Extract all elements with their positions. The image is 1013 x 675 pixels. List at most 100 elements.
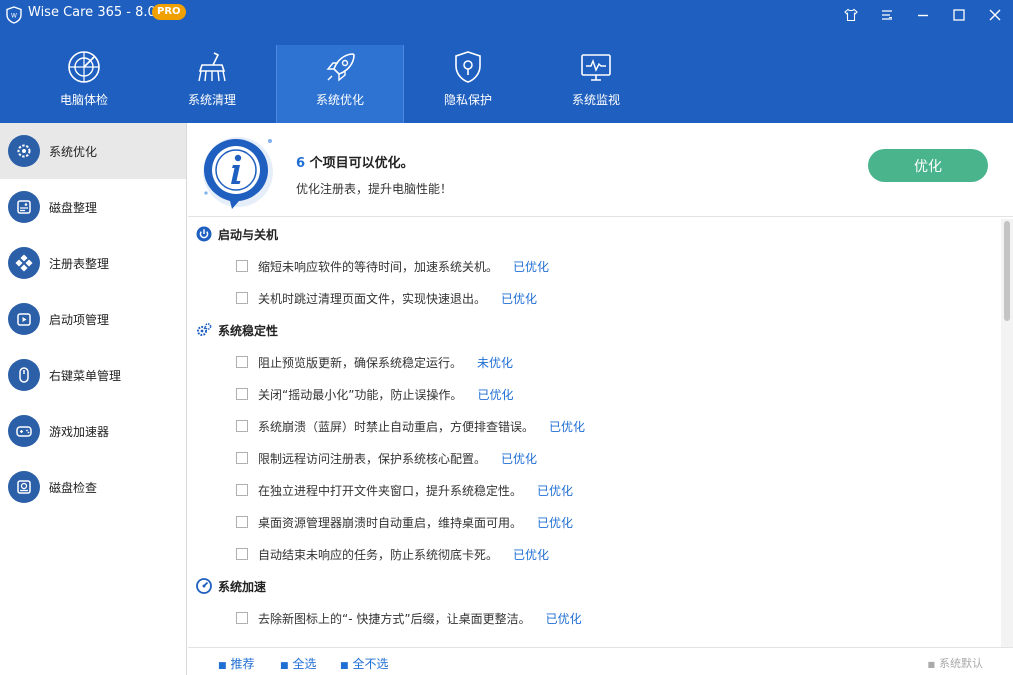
section-title: 系统加速 bbox=[218, 579, 267, 594]
pro-badge: PRO bbox=[152, 4, 186, 20]
item-text: 桌面资源管理器崩溃时自动重启，维持桌面可用。 bbox=[258, 515, 523, 530]
select-none-link[interactable]: ■ 全不选 bbox=[340, 655, 389, 672]
power-icon bbox=[196, 226, 212, 242]
main-panel: 6 个项目可以优化。 优化注册表，提升电脑性能！ 优化 启动与关机 缩短未响应软… bbox=[188, 123, 1013, 675]
select-none-label: 全不选 bbox=[352, 657, 389, 671]
section-header-system-stability: 系统稳定性 bbox=[196, 320, 278, 340]
gears-icon bbox=[197, 323, 212, 336]
item-status: 已优化 bbox=[477, 387, 514, 402]
sidebar-item-disk-defrag[interactable]: 磁盘整理 bbox=[0, 179, 186, 235]
item-checkbox[interactable] bbox=[236, 548, 248, 560]
nav-item-system-clean[interactable]: 系统清理 bbox=[148, 45, 276, 123]
section-title: 系统稳定性 bbox=[218, 323, 279, 338]
list-scrollbar[interactable] bbox=[1001, 219, 1013, 647]
brush-icon bbox=[198, 52, 226, 82]
optimizable-count-suffix: 个项目可以优化。 bbox=[309, 156, 414, 171]
list-item: 缩短未响应软件的等待时间，加速系统关机。 已优化 bbox=[236, 256, 549, 276]
info-icon bbox=[203, 137, 273, 209]
optimization-list: 启动与关机 缩短未响应软件的等待时间，加速系统关机。 已优化 关机时跳过清理页面… bbox=[188, 218, 1013, 648]
list-item: 去除新图标上的“- 快捷方式”后缀，让桌面更整洁。 已优化 bbox=[236, 608, 582, 628]
item-status: 已优化 bbox=[545, 611, 582, 626]
sidebar-item-label: 磁盘检查 bbox=[49, 480, 98, 495]
item-checkbox[interactable] bbox=[236, 356, 248, 368]
svg-text:W: W bbox=[11, 13, 17, 20]
system-default-link[interactable]: ■ 系统默认 bbox=[927, 655, 983, 671]
skin-button[interactable] bbox=[840, 4, 862, 26]
item-status: 已优化 bbox=[513, 547, 550, 562]
maximize-icon bbox=[953, 9, 965, 21]
item-checkbox[interactable] bbox=[236, 420, 248, 432]
sidebar-item-system-optimize[interactable]: 系统优化 bbox=[0, 123, 186, 179]
item-text: 限制远程访问注册表，保护系统核心配置。 bbox=[258, 451, 487, 466]
select-all-label: 全选 bbox=[292, 657, 317, 671]
list-item: 在独立进程中打开文件夹窗口，提升系统稳定性。 已优化 bbox=[236, 480, 573, 500]
optimize-button[interactable]: 优化 bbox=[868, 149, 988, 182]
item-status: 未优化 bbox=[477, 355, 514, 370]
header: W Wise Care 365 - 8.0.4 PRO 电脑体检 系统清理 系统… bbox=[0, 0, 1013, 123]
nav-item-privacy[interactable]: 隐私保护 bbox=[404, 45, 532, 123]
item-status: 已优化 bbox=[537, 515, 574, 530]
sidebar-item-label: 系统优化 bbox=[49, 144, 98, 159]
section-header-system-speedup: 系统加速 bbox=[196, 576, 266, 596]
item-checkbox[interactable] bbox=[236, 516, 248, 528]
list-footer: ■ 推荐 ■ 全选 ■ 全不选 ■ 系统默认 bbox=[188, 647, 1013, 675]
system-default-label: 系统默认 bbox=[939, 657, 983, 670]
nav-label: 电脑体检 bbox=[59, 93, 108, 107]
list-item: 系统崩溃（蓝屏）时禁止自动重启，方便排查错误。 已优化 bbox=[236, 416, 585, 436]
speedometer-icon bbox=[196, 578, 212, 594]
nav-label: 系统清理 bbox=[187, 93, 236, 107]
item-text: 去除新图标上的“- 快捷方式”后缀，让桌面更整洁。 bbox=[258, 611, 531, 626]
app-title: Wise Care 365 - 8.0.4 bbox=[28, 5, 169, 20]
item-text: 系统崩溃（蓝屏）时禁止自动重启，方便排查错误。 bbox=[258, 419, 535, 434]
nav-item-system-optimize[interactable]: 系统优化 bbox=[276, 45, 404, 123]
nav-item-pc-checkup[interactable]: 电脑体检 bbox=[20, 45, 148, 123]
item-checkbox[interactable] bbox=[236, 612, 248, 624]
nav-label: 隐私保护 bbox=[443, 93, 492, 107]
item-text: 缩短未响应软件的等待时间，加速系统关机。 bbox=[258, 259, 499, 274]
item-checkbox[interactable] bbox=[236, 452, 248, 464]
title-bar: W Wise Care 365 - 8.0.4 PRO bbox=[0, 0, 1013, 30]
monitor-icon bbox=[581, 54, 611, 81]
gamepad-icon bbox=[8, 415, 40, 447]
item-text: 关闭“摇动最小化”功能，防止误操作。 bbox=[258, 387, 463, 402]
optimizable-count: 6 bbox=[296, 156, 306, 171]
nav-item-system-monitor[interactable]: 系统监视 bbox=[532, 45, 660, 123]
scrollbar-thumb[interactable] bbox=[1004, 221, 1010, 321]
select-all-link[interactable]: ■ 全选 bbox=[280, 655, 317, 672]
list-item: 关机时跳过清理页面文件，实现快速退出。 已优化 bbox=[236, 288, 537, 308]
list-item: 自动结束未响应的任务，防止系统彻底卡死。 已优化 bbox=[236, 544, 549, 564]
mouse-icon bbox=[8, 359, 40, 391]
item-checkbox[interactable] bbox=[236, 292, 248, 304]
sidebar-item-label: 磁盘整理 bbox=[49, 200, 98, 215]
item-status: 已优化 bbox=[549, 419, 586, 434]
item-checkbox[interactable] bbox=[236, 484, 248, 496]
nav-label: 系统监视 bbox=[571, 93, 620, 107]
sidebar-item-startup[interactable]: 启动项管理 bbox=[0, 291, 186, 347]
disk-check-icon bbox=[8, 471, 40, 503]
item-checkbox[interactable] bbox=[236, 388, 248, 400]
radar-icon bbox=[68, 51, 100, 83]
item-checkbox[interactable] bbox=[236, 260, 248, 272]
sidebar-item-disk-check[interactable]: 磁盘检查 bbox=[0, 459, 186, 515]
sidebar-item-label: 注册表整理 bbox=[49, 256, 110, 271]
registry-icon bbox=[8, 247, 40, 279]
recommend-label: 推荐 bbox=[230, 657, 255, 671]
list-item: 关闭“摇动最小化”功能，防止误操作。 已优化 bbox=[236, 384, 513, 404]
item-status: 已优化 bbox=[513, 259, 550, 274]
close-button[interactable] bbox=[984, 4, 1006, 26]
item-status: 已优化 bbox=[501, 291, 538, 306]
minimize-button[interactable] bbox=[912, 4, 934, 26]
sidebar-item-registry[interactable]: 注册表整理 bbox=[0, 235, 186, 291]
disk-defrag-icon bbox=[8, 191, 40, 223]
sidebar: 系统优化 磁盘整理 注册表整理 启动项管理 右键菜单管理 游戏加速器 磁盘检查 bbox=[0, 123, 187, 675]
item-text: 在独立进程中打开文件夹窗口，提升系统稳定性。 bbox=[258, 483, 523, 498]
list-item: 限制远程访问注册表，保护系统核心配置。 已优化 bbox=[236, 448, 537, 468]
item-text: 阻止预览版更新，确保系统稳定运行。 bbox=[258, 355, 463, 370]
recommend-link[interactable]: ■ 推荐 bbox=[218, 655, 255, 672]
maximize-button[interactable] bbox=[948, 4, 970, 26]
sidebar-item-context-menu[interactable]: 右键菜单管理 bbox=[0, 347, 186, 403]
minimize-icon bbox=[918, 14, 928, 17]
item-text: 关机时跳过清理页面文件，实现快速退出。 bbox=[258, 291, 487, 306]
sidebar-item-game-booster[interactable]: 游戏加速器 bbox=[0, 403, 186, 459]
menu-button[interactable] bbox=[876, 4, 898, 26]
